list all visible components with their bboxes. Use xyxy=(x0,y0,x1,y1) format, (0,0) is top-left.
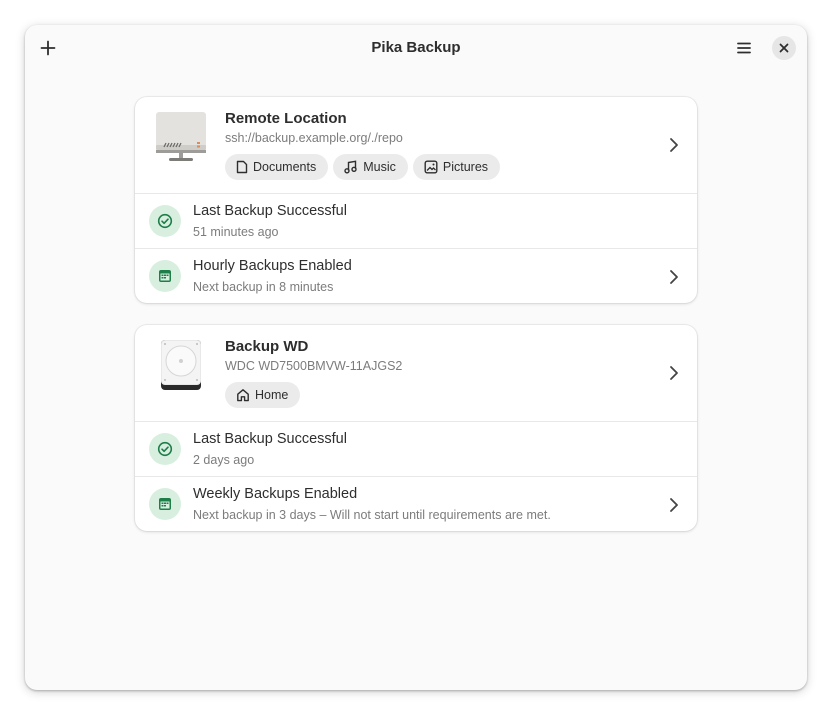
tag-label: Pictures xyxy=(442,160,489,174)
chevron-right-icon xyxy=(670,366,678,380)
tag-documents: Documents xyxy=(225,154,329,180)
app-window: Pika Backup Remote Location ssh://backup… xyxy=(25,25,807,690)
check-circle-icon xyxy=(157,441,173,457)
status-icon-wrap xyxy=(149,205,181,237)
schedule-title: Weekly Backups Enabled xyxy=(193,486,358,502)
repo-header-row[interactable]: Backup WD WDC WD7500BMVW-11AJGS2 Home xyxy=(135,325,697,421)
document-icon xyxy=(236,160,248,174)
status-subtitle: 2 days ago xyxy=(193,453,255,467)
backup-status-row: Last Backup Successful 51 minutes ago xyxy=(135,193,697,249)
network-server-icon xyxy=(156,112,206,161)
schedule-row[interactable]: Weekly Backups Enabled Next backup in 3 … xyxy=(135,476,697,531)
chevron-right-icon xyxy=(670,270,678,284)
tag-music: Music xyxy=(333,154,408,180)
check-circle-icon xyxy=(157,213,173,229)
main-menu-button[interactable] xyxy=(728,32,760,64)
tag-label: Documents xyxy=(253,160,317,174)
backup-status-row: Last Backup Successful 2 days ago xyxy=(135,421,697,477)
status-icon-wrap xyxy=(149,433,181,465)
calendar-icon xyxy=(159,270,171,282)
tag-pictures: Pictures xyxy=(412,154,501,180)
schedule-row[interactable]: Hourly Backups Enabled Next backup in 8 … xyxy=(135,248,697,303)
include-tags: Documents Music Pictures xyxy=(225,154,501,180)
repo-card-backup-wd: Backup WD WDC WD7500BMVW-11AJGS2 Home La… xyxy=(135,325,697,531)
chevron-right-icon xyxy=(670,138,678,152)
tag-home: Home xyxy=(225,382,301,408)
hard-drive-icon xyxy=(161,340,201,390)
status-title: Last Backup Successful xyxy=(193,431,347,447)
music-note-icon xyxy=(344,160,357,174)
close-icon xyxy=(779,43,789,53)
repo-title: Backup WD xyxy=(225,338,309,355)
repo-title: Remote Location xyxy=(225,110,347,127)
window-title: Pika Backup xyxy=(371,39,461,56)
chevron-right-icon xyxy=(670,498,678,512)
repo-location: ssh://backup.example.org/./repo xyxy=(225,131,403,145)
schedule-subtitle: Next backup in 8 minutes xyxy=(193,280,334,294)
tag-label: Music xyxy=(363,160,396,174)
status-title: Last Backup Successful xyxy=(193,203,347,219)
repo-card-remote-location: Remote Location ssh://backup.example.org… xyxy=(135,97,697,303)
schedule-title: Hourly Backups Enabled xyxy=(193,258,352,274)
image-icon xyxy=(424,160,438,174)
status-subtitle: 51 minutes ago xyxy=(193,225,279,239)
headerbar: Pika Backup xyxy=(25,25,807,71)
close-button[interactable] xyxy=(772,36,796,60)
include-tags: Home xyxy=(225,382,301,408)
schedule-icon-wrap xyxy=(149,488,181,520)
hamburger-menu-icon xyxy=(737,42,751,54)
repo-location: WDC WD7500BMVW-11AJGS2 xyxy=(225,359,403,373)
schedule-subtitle: Next backup in 3 days – Will not start u… xyxy=(193,508,551,522)
home-icon xyxy=(237,389,249,402)
schedule-icon-wrap xyxy=(149,260,181,292)
calendar-icon xyxy=(159,498,171,510)
tag-label: Home xyxy=(255,388,289,402)
repo-header-row[interactable]: Remote Location ssh://backup.example.org… xyxy=(135,97,697,193)
